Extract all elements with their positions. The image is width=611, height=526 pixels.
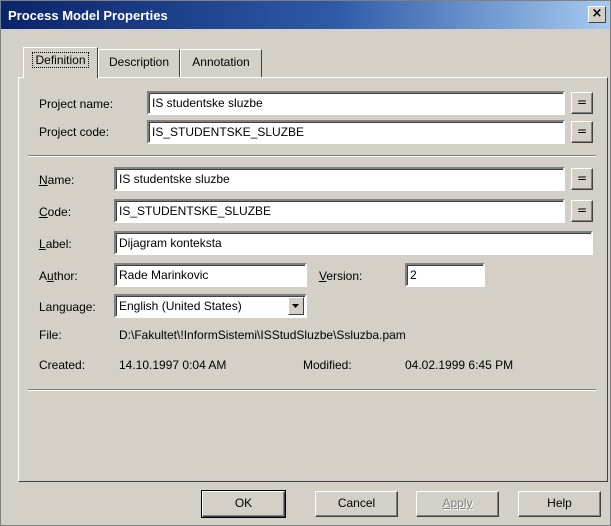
label-field[interactable]: Dijagram konteksta bbox=[114, 231, 593, 255]
language-dropdown-button[interactable] bbox=[288, 297, 304, 315]
code-eq-button[interactable]: = bbox=[571, 200, 593, 222]
author-label: Author: bbox=[39, 269, 78, 283]
language-select[interactable]: English (United States) bbox=[114, 294, 307, 318]
project-code-eq-button[interactable]: = bbox=[571, 121, 593, 143]
file-path: D:\Fakultet\!InformSistemi\ISStudSluzbe\… bbox=[119, 328, 406, 342]
language-value: English (United States) bbox=[119, 299, 242, 313]
name-field[interactable]: IS studentske sluzbe bbox=[114, 167, 565, 191]
project-code-field[interactable]: IS_STUDENTSKE_SLUZBE bbox=[147, 120, 565, 144]
chevron-down-icon bbox=[292, 304, 299, 308]
modified-label: Modified: bbox=[303, 358, 352, 372]
process-model-properties-dialog: Process Model Properties × Description A… bbox=[0, 0, 611, 526]
created-label: Created: bbox=[39, 358, 86, 372]
name-label: Name: bbox=[39, 173, 75, 187]
file-label: File: bbox=[39, 328, 62, 342]
name-eq-button[interactable]: = bbox=[571, 168, 593, 190]
separator-top bbox=[28, 155, 596, 157]
project-name-eq-button[interactable]: = bbox=[571, 92, 593, 114]
author-field[interactable]: Rade Marinkovic bbox=[114, 263, 307, 287]
label-label: Label: bbox=[39, 237, 72, 251]
version-field[interactable]: 2 bbox=[405, 263, 485, 287]
project-name-label: Project name: bbox=[39, 97, 114, 111]
language-label: Language: bbox=[39, 300, 96, 314]
code-field[interactable]: IS_STUDENTSKE_SLUZBE bbox=[114, 199, 565, 223]
code-label: Code: bbox=[39, 205, 72, 219]
created-value: 14.10.1997 0:04 AM bbox=[119, 358, 227, 372]
project-code-label: Project code: bbox=[39, 125, 110, 139]
definition-form: Project name: IS studentske sluzbe = Pro… bbox=[1, 1, 611, 526]
version-label: Version: bbox=[319, 269, 363, 283]
modified-value: 04.02.1999 6:45 PM bbox=[405, 358, 514, 372]
project-name-field[interactable]: IS studentske sluzbe bbox=[147, 91, 565, 115]
separator-bottom bbox=[28, 389, 596, 391]
